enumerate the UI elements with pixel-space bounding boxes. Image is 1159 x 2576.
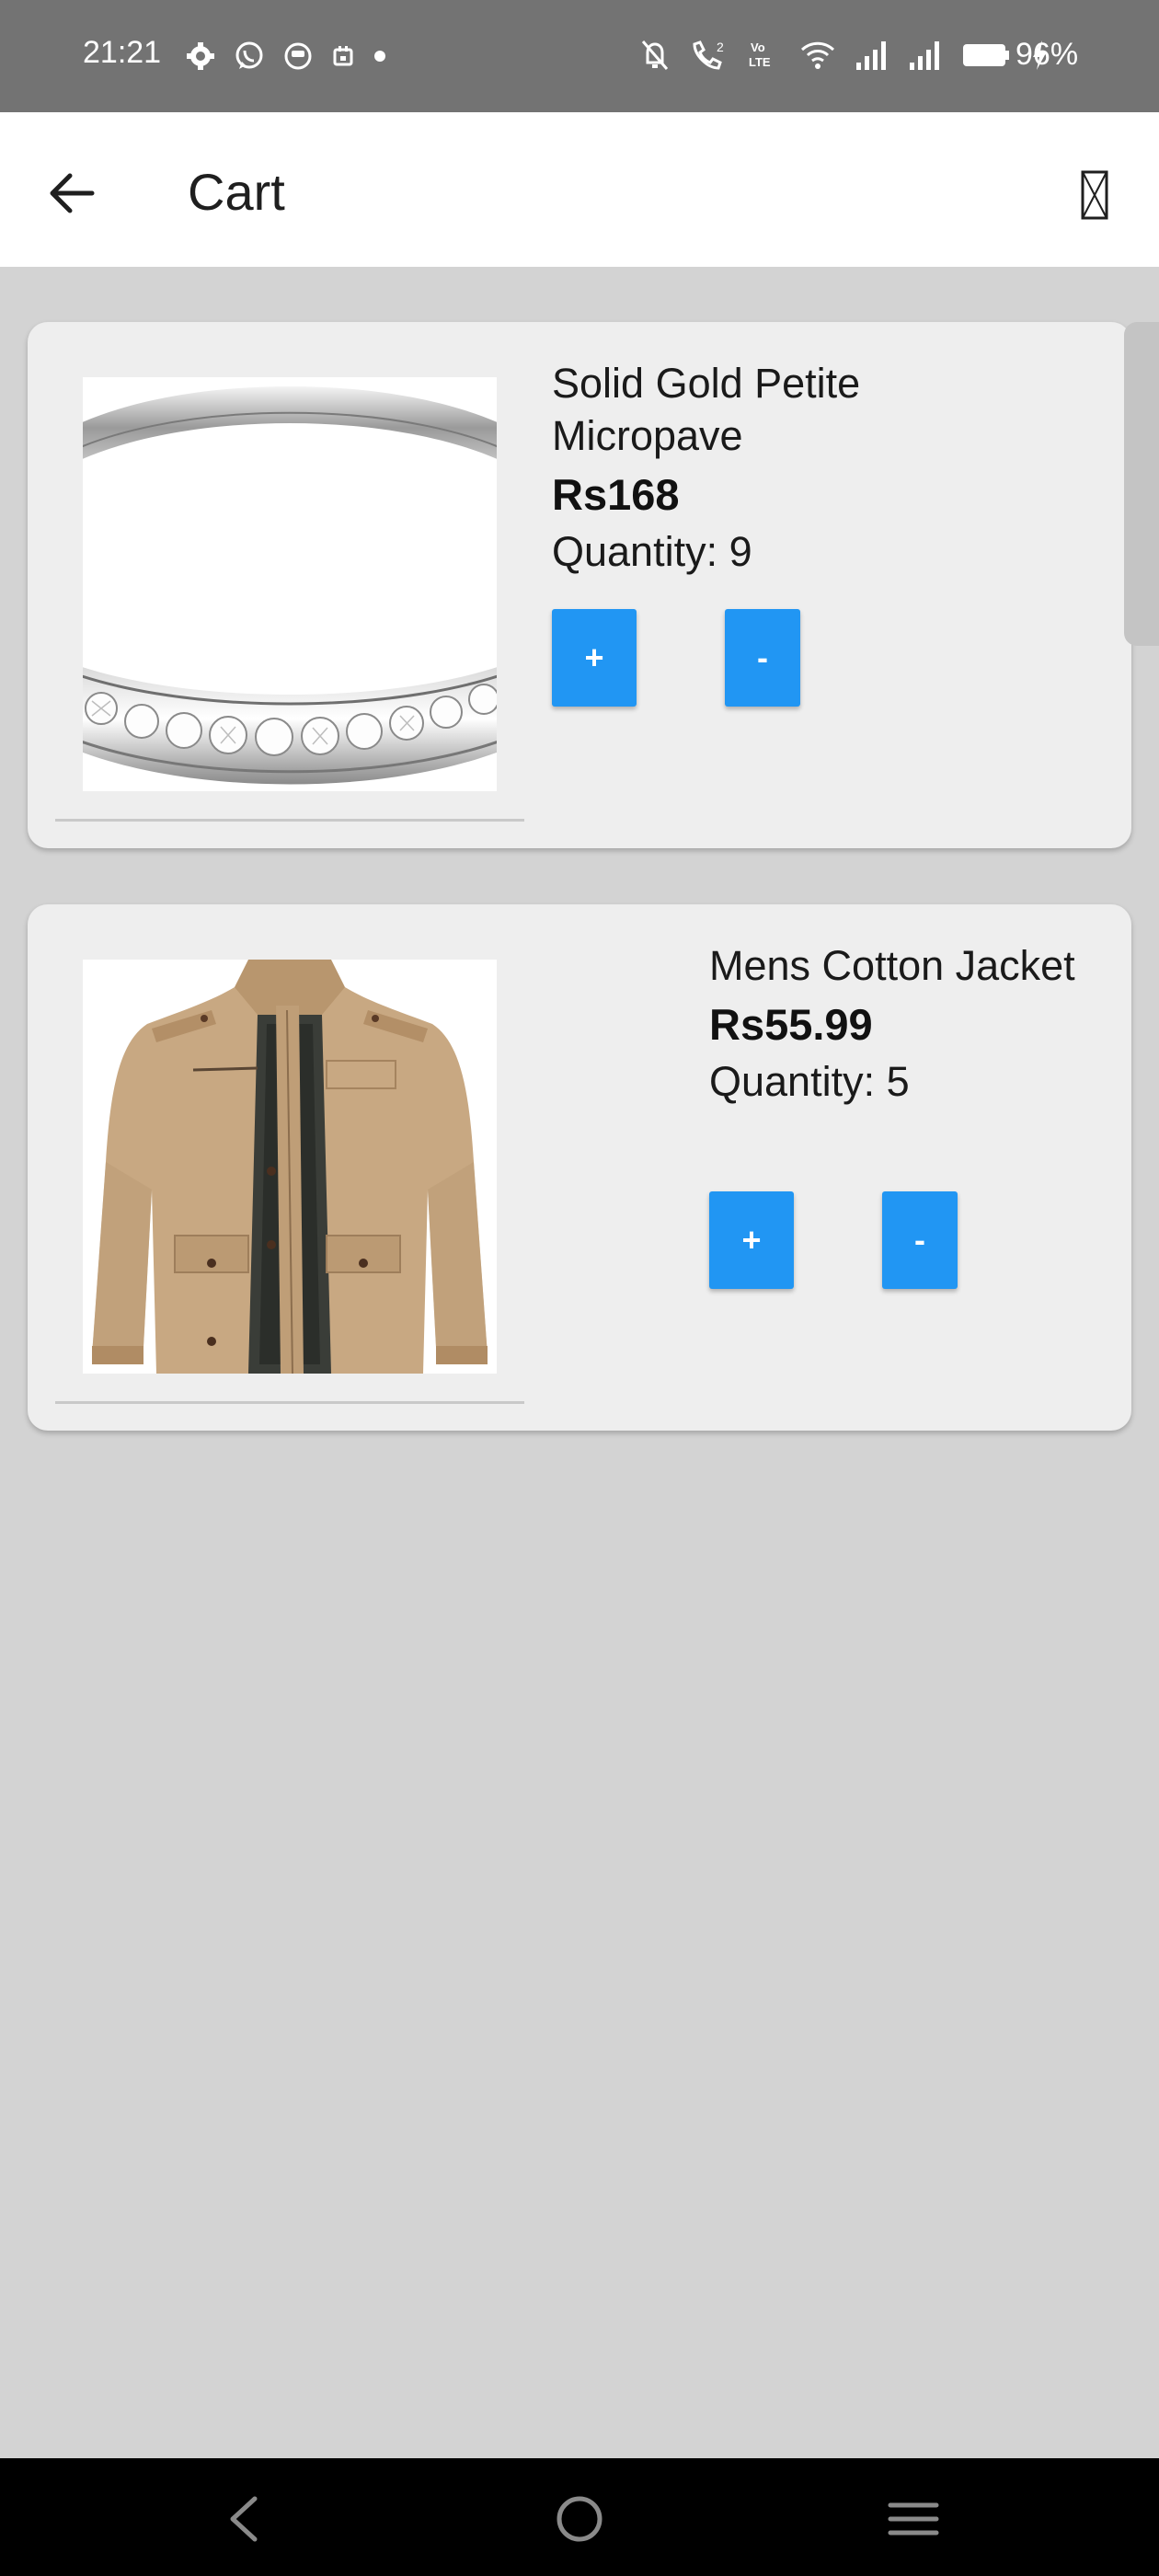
product-name: Solid Gold Petite Micropave <box>552 360 861 459</box>
battery-icon <box>963 44 1009 66</box>
cart-list[interactable]: Solid Gold Petite Micropave Rs168 Quanti… <box>0 267 1159 2458</box>
back-button[interactable] <box>37 158 107 228</box>
decrease-quantity-button[interactable]: - <box>725 609 800 707</box>
product-quantity: Quantity: 5 <box>709 1058 910 1105</box>
notification-icons <box>186 40 386 72</box>
increase-quantity-button[interactable]: + <box>709 1191 794 1289</box>
status-time: 21:21 <box>83 35 162 70</box>
cart-action-button[interactable] <box>1073 167 1117 223</box>
wifi-icon <box>800 41 835 69</box>
svg-text:2: 2 <box>717 40 724 54</box>
whatsapp-icon <box>235 41 263 69</box>
wifi-calling-icon: 2 <box>693 40 724 70</box>
system-nav-bar <box>0 2458 1159 2576</box>
nav-recents-icon <box>888 2502 939 2536</box>
dot-icon <box>374 51 385 62</box>
arrow-left-icon <box>50 173 95 213</box>
divider <box>55 1401 524 1404</box>
product-info: Solid Gold Petite Micropave Rs168 Quanti… <box>552 357 984 580</box>
battery-percent: 96% <box>1016 37 1079 72</box>
signal-icon <box>910 41 939 70</box>
mute-icon <box>641 40 669 70</box>
status-bar: 21:21 2 Vo LTE 96% <box>0 0 1159 112</box>
cart-item-card: Mens Cotton Jacket Rs55.99 Quantity: 5 +… <box>28 904 1131 1431</box>
app-bar: Cart <box>0 112 1159 267</box>
product-quantity: Quantity: 9 <box>552 528 752 575</box>
svg-text:LTE: LTE <box>749 55 771 69</box>
volte-icon: Vo LTE <box>749 40 771 69</box>
product-image-ring <box>83 377 497 791</box>
product-image-jacket <box>83 960 497 1374</box>
product-name: Mens Cotton Jacket <box>709 942 1075 989</box>
app-icon <box>284 42 312 70</box>
nav-back-icon <box>230 2496 258 2542</box>
increase-quantity-button[interactable]: + <box>552 609 637 707</box>
cart-item-card: Solid Gold Petite Micropave Rs168 Quanti… <box>28 322 1131 848</box>
settings-icon <box>187 42 214 70</box>
decrease-quantity-button[interactable]: - <box>882 1191 958 1289</box>
product-price: Rs55.99 <box>709 1000 873 1049</box>
missing-glyph-icon <box>1081 170 1108 220</box>
nav-recents-button[interactable] <box>877 2490 950 2548</box>
product-info: Mens Cotton Jacket Rs55.99 Quantity: 5 <box>709 939 1142 1110</box>
svg-text:Vo: Vo <box>751 40 765 54</box>
divider <box>55 819 524 822</box>
calendar-icon <box>333 46 353 66</box>
scrollbar[interactable] <box>1124 322 1159 646</box>
nav-home-icon <box>557 2496 602 2542</box>
signal-icon <box>856 41 886 70</box>
nav-back-button[interactable] <box>207 2490 281 2548</box>
nav-home-button[interactable] <box>543 2490 616 2548</box>
page-title: Cart <box>188 163 285 221</box>
product-price: Rs168 <box>552 470 680 519</box>
system-icons: 2 Vo LTE <box>639 37 1050 74</box>
